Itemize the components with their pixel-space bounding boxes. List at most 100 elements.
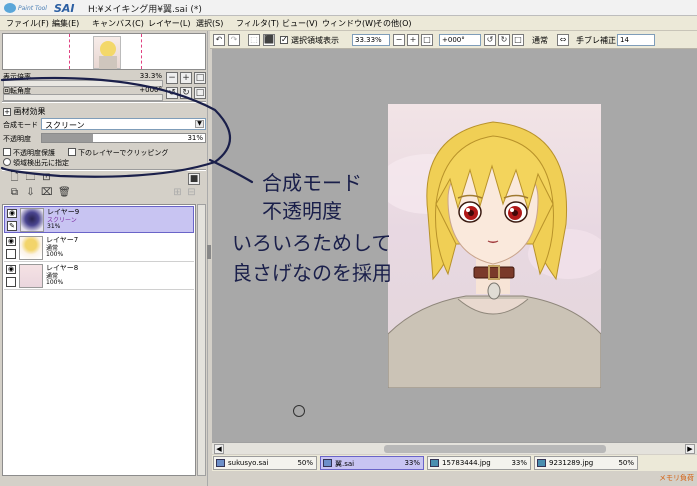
rotate-right-button[interactable]: ↻ <box>180 87 192 99</box>
layer-row-9[interactable]: ◉ ✎ レイヤー9 スクリーン 31% <box>4 206 194 233</box>
new-set-icon[interactable]: ⊡ <box>41 173 52 184</box>
rotate-right-icon[interactable]: ↻ <box>498 34 510 46</box>
stabilizer-select[interactable]: 14 <box>617 34 655 46</box>
layer-list-scrollbar[interactable] <box>197 204 206 476</box>
eye-icon[interactable]: ◉ <box>7 209 17 218</box>
eye-icon[interactable]: ◉ <box>6 237 16 246</box>
navigator-guide-left <box>69 34 70 69</box>
menu-select[interactable]: 選択(S) <box>196 18 223 29</box>
deselect-icon[interactable]: ⬚ <box>248 34 260 46</box>
memory-load-indicator: メモリ負荷 <box>659 474 694 482</box>
paper-effect-label: 画材効果 <box>13 107 46 116</box>
menu-edit[interactable]: 編集(E) <box>52 18 79 29</box>
menu-view[interactable]: ビュー(V) <box>282 18 318 29</box>
rotate-left-icon[interactable]: ↺ <box>484 34 496 46</box>
canvas-area[interactable] <box>212 49 697 442</box>
zoom-in-button[interactable]: + <box>180 72 192 84</box>
eye-icon[interactable]: ◉ <box>6 265 16 274</box>
merge-down-icon[interactable]: ⇩ <box>25 188 36 199</box>
redo-icon[interactable]: ↷ <box>228 34 240 46</box>
invert-selection-icon[interactable]: ⬛ <box>263 34 275 46</box>
menu-file[interactable]: ファイル(F) <box>6 18 49 29</box>
rotation-reset-button[interactable]: □ <box>194 87 206 99</box>
undo-icon[interactable]: ↶ <box>213 34 225 46</box>
pencil-icon[interactable]: ✎ <box>7 221 17 231</box>
panel-divider-2 <box>2 169 206 171</box>
layer-opacity: 31% <box>47 223 61 230</box>
clip-lower-checkbox[interactable] <box>68 148 76 156</box>
scroll-left-icon[interactable]: ◀ <box>214 444 224 454</box>
selection-source-radio[interactable] <box>3 158 11 166</box>
svg-text:SAI: SAI <box>54 2 75 15</box>
left-panel: 表示倍率 33.3% − + □ 回転角度 +000° ↺ ↻ □ + 画材効果… <box>0 31 208 486</box>
menu-layer[interactable]: レイヤー(L) <box>148 18 190 29</box>
navigator-preview[interactable] <box>2 33 206 70</box>
new-folder-icon[interactable]: 🗀 <box>25 173 36 184</box>
document-tabbar: sukusyo.sai 50% 翼.sai 33% 15783444.jpg 3… <box>212 455 697 471</box>
layer-row-8[interactable]: ◉ レイヤー8 通常 100% <box>4 263 194 290</box>
tab-zoom: 33% <box>511 459 527 467</box>
tab-name: 15783444.jpg <box>442 459 491 467</box>
flip-icon[interactable]: ⇔ <box>557 34 569 46</box>
opacity-label: 不透明度 <box>3 135 31 143</box>
new-layer-icon[interactable]: 🗋 <box>9 173 20 184</box>
navigator-thumbnail <box>93 36 121 69</box>
rotation-slider[interactable] <box>3 94 163 101</box>
zoom-field[interactable]: 33.33% <box>352 34 390 46</box>
tab-zoom: 33% <box>404 459 420 467</box>
tab-name: 9231289.jpg <box>549 459 594 467</box>
image-file-icon <box>537 459 546 467</box>
document-tab[interactable]: 9231289.jpg 50% <box>534 456 638 470</box>
menu-window[interactable]: ウィンドウ(W) <box>322 18 376 29</box>
zoom-reset-button[interactable]: □ <box>194 72 206 84</box>
rotation-reset-icon[interactable]: □ <box>512 34 524 46</box>
selection-source-label: 領域検出元に指定 <box>13 159 69 167</box>
brush-cursor <box>293 405 305 417</box>
zoom-out-icon[interactable]: − <box>393 34 405 46</box>
sai-file-icon <box>216 459 225 467</box>
layer-row-7[interactable]: ◉ レイヤー7 通常 100% <box>4 235 194 262</box>
blend-mode-toolbar[interactable]: 通常 <box>532 35 548 46</box>
zoom-out-button[interactable]: − <box>166 72 178 84</box>
document-tab-active[interactable]: 翼.sai 33% <box>320 456 424 470</box>
delete-mask-icon[interactable]: ⊟ <box>186 188 197 199</box>
layer-select-checkbox[interactable] <box>6 249 16 259</box>
layer-select-checkbox[interactable] <box>6 277 16 287</box>
delete-layer-icon[interactable]: 🗑 <box>58 188 71 199</box>
clear-layer-icon[interactable]: ⌧ <box>41 188 53 199</box>
preserve-opacity-checkbox[interactable] <box>3 148 11 156</box>
rotate-left-button[interactable]: ↺ <box>166 87 178 99</box>
document-tab[interactable]: 15783444.jpg 33% <box>427 456 531 470</box>
blend-mode-select[interactable]: スクリーン ▼ <box>41 118 206 130</box>
chevron-down-icon: ▼ <box>195 120 204 128</box>
paper-effect-section[interactable]: + 画材効果 <box>3 106 46 117</box>
opacity-slider[interactable]: 31% <box>41 133 206 143</box>
menu-filter[interactable]: フィルタ(T) <box>236 18 279 29</box>
document-tab[interactable]: sukusyo.sai 50% <box>213 456 317 470</box>
layer-thumbnail <box>19 236 43 260</box>
navigator-guide-right <box>141 34 142 69</box>
image-file-icon <box>430 459 439 467</box>
apply-mask-icon[interactable]: ⊞ <box>172 188 183 199</box>
zoom-in-icon[interactable]: + <box>407 34 419 46</box>
scroll-thumb[interactable] <box>384 445 606 453</box>
tab-zoom: 50% <box>297 459 313 467</box>
canvas-hscrollbar[interactable]: ◀ ▶ <box>212 442 697 454</box>
panel-divider[interactable] <box>2 101 206 103</box>
artwork-canvas[interactable] <box>388 104 601 388</box>
menu-canvas[interactable]: キャンバス(C) <box>92 18 144 29</box>
copy-layer-icon[interactable]: ⧉ <box>9 188 20 199</box>
panel-resize-grip[interactable] <box>207 245 211 259</box>
anime-girl-illustration <box>388 121 601 388</box>
app-logo: Paint Tool SAI <box>4 2 75 15</box>
menu-other[interactable]: その他(O) <box>375 18 412 29</box>
window-title: H:¥メイキング用¥翼.sai (*) <box>88 5 202 15</box>
scroll-right-icon[interactable]: ▶ <box>685 444 695 454</box>
zoom-reset-icon[interactable]: □ <box>421 34 433 46</box>
show-selection-checkbox[interactable]: ✓ <box>280 35 288 44</box>
rotation-field[interactable]: +000° <box>439 34 481 46</box>
sai-file-icon <box>323 459 332 467</box>
layer-panel-menu-button[interactable]: ■ <box>188 173 200 185</box>
blend-mode-value: スクリーン <box>45 121 85 130</box>
opacity-value: 31% <box>187 134 203 142</box>
